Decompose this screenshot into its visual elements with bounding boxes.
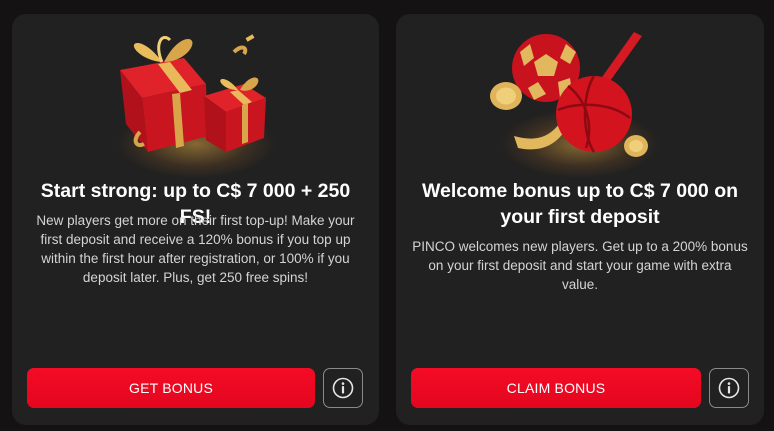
bonus-card-welcome: Welcome bonus up to C$ 7 000 on your fir… [396, 14, 764, 425]
card-description: New players get more on their first top-… [36, 213, 355, 285]
info-icon [332, 377, 354, 399]
info-button[interactable] [709, 368, 749, 408]
gift-boxes-icon [120, 34, 266, 152]
claim-bonus-button[interactable]: CLAIM BONUS [411, 368, 701, 408]
card-image [12, 14, 379, 179]
card-description: PINCO welcomes new players. Get up to a … [412, 239, 748, 292]
info-icon [718, 377, 740, 399]
card-image [396, 14, 764, 179]
bonus-card-start-strong: Start strong: up to C$ 7 000 + 250 FS! N… [12, 14, 379, 425]
card-title: Welcome bonus up to C$ 7 000 on your fir… [421, 180, 739, 228]
get-bonus-button[interactable]: GET BONUS [27, 368, 315, 408]
bonus-cards: Start strong: up to C$ 7 000 + 250 FS! N… [0, 0, 774, 431]
info-button[interactable] [323, 368, 363, 408]
sports-balls-icon [490, 32, 648, 157]
